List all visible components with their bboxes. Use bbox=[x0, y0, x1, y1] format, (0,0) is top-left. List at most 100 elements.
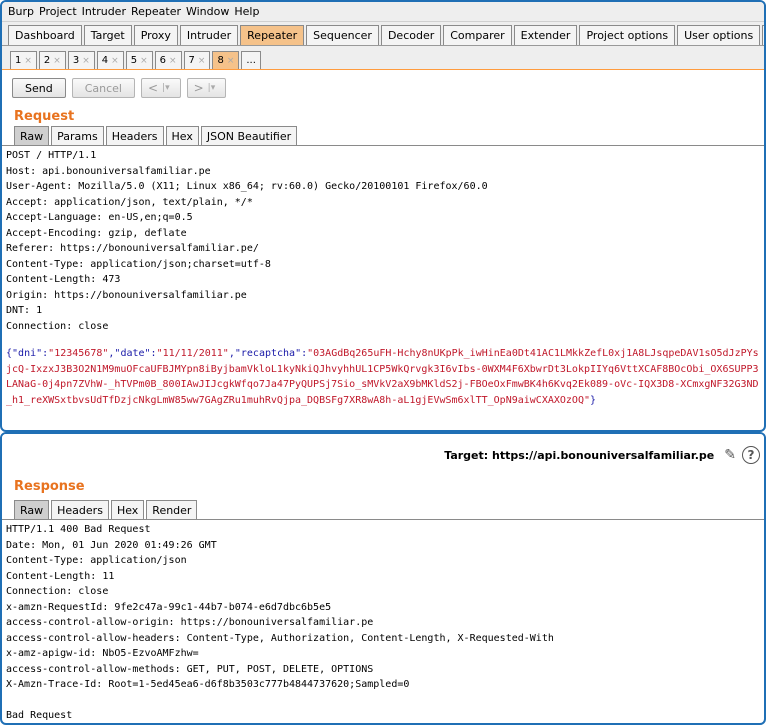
request-line: Content-Length: 473 bbox=[6, 274, 121, 285]
menu-repeater[interactable]: Repeater bbox=[131, 5, 181, 18]
menu-intruder[interactable]: Intruder bbox=[82, 5, 126, 18]
repeater-tab-3[interactable]: 3 × bbox=[67, 51, 95, 69]
request-line: Origin: https://bonouniversalfamiliar.pe bbox=[6, 289, 247, 301]
tab-decoder[interactable]: Decoder bbox=[380, 25, 442, 45]
main-tabs: Dashboard Target Proxy Intruder Repeater Sequ… bbox=[2, 22, 764, 46]
json-key: "recaptcha" bbox=[234, 348, 302, 359]
request-tab-json-beautifier[interactable]: JSON Beautifier bbox=[200, 126, 298, 145]
send-button[interactable]: Send bbox=[12, 78, 66, 98]
repeater-tab-5[interactable]: 5 × bbox=[125, 51, 153, 69]
target-label: Target: https://api.bonouniversalfamilia… bbox=[444, 448, 715, 462]
menu-window[interactable]: Window bbox=[186, 5, 229, 18]
response-tab-hex[interactable]: Hex bbox=[110, 500, 145, 519]
repeater-tab-more[interactable]: ... bbox=[241, 51, 261, 69]
tab-proxy[interactable]: Proxy bbox=[133, 25, 178, 45]
response-line: x-amzn-RequestId: 9fe2c47a-99c1-44b7-b07… bbox=[6, 601, 332, 613]
json-key: "dni" bbox=[12, 348, 43, 359]
request-body[interactable]: {"dni":"12345678","date":"11/11/2011","r… bbox=[2, 346, 764, 408]
tab-comparer[interactable]: Comparer bbox=[443, 25, 512, 45]
request-line: Content-Type: application/json;charset=u… bbox=[6, 258, 271, 270]
response-tab-headers[interactable]: Headers bbox=[51, 500, 109, 519]
tab-repeater[interactable]: Repeater bbox=[240, 25, 305, 45]
tab-sequencer[interactable]: Sequencer bbox=[306, 25, 379, 45]
response-tab-render[interactable]: Render bbox=[146, 500, 198, 519]
pencil-icon[interactable]: ✎ bbox=[724, 447, 736, 463]
menu-project[interactable]: Project bbox=[39, 5, 77, 18]
response-line bbox=[6, 693, 760, 709]
request-tab-raw[interactable]: Raw bbox=[14, 126, 50, 145]
response-line: Content-Type: application/json bbox=[6, 555, 187, 566]
repeater-tab-label: 3 bbox=[72, 55, 80, 66]
back-button[interactable]: < |▾ bbox=[140, 78, 181, 98]
repeater-tab-label: 5 bbox=[130, 55, 138, 66]
response-line: access-control-allow-headers: Content-Ty… bbox=[6, 632, 554, 644]
json-value: "11/11/2011" bbox=[156, 348, 229, 359]
request-editor[interactable]: POST / HTTP/1.1 Host: api.bonouniversalfa… bbox=[2, 146, 764, 336]
repeater-tab-label: 1 bbox=[15, 55, 22, 66]
request-line: Accept: application/json, text/plain, */… bbox=[6, 196, 253, 208]
request-line: Connection: close bbox=[6, 320, 109, 332]
request-panel: Burp Project Intruder Repeater Window Help Da… bbox=[0, 0, 766, 432]
response-line: Bad Request bbox=[6, 710, 73, 721]
repeater-tab-label: 2 bbox=[43, 55, 51, 66]
close-icon[interactable]: × bbox=[111, 56, 119, 66]
request-line: DNT: 1 bbox=[6, 305, 43, 316]
menu-bar: Burp Project Intruder Repeater Window Help bbox=[2, 2, 764, 22]
tab-target[interactable]: Target bbox=[83, 25, 132, 45]
close-icon[interactable]: × bbox=[198, 56, 206, 66]
repeater-tabs: 1 × 2 × 3 × 4 × 5 × 6 × 7 × 8 ×... bbox=[2, 46, 764, 70]
chevron-left-icon: < bbox=[147, 81, 159, 95]
repeater-tab-label: 7 bbox=[188, 55, 195, 66]
repeater-tab-label: 8 bbox=[217, 55, 224, 66]
close-icon[interactable]: × bbox=[169, 56, 177, 66]
response-title: Response bbox=[14, 478, 85, 494]
request-line: Accept-Language: en-US,en;q=0.5 bbox=[6, 212, 193, 223]
response-line: access-control-allow-methods: GET, PUT, … bbox=[6, 663, 374, 675]
target-row: Target: https://api.bonouniversalfamilia… bbox=[2, 434, 764, 476]
repeater-tab-6[interactable]: 6 × bbox=[154, 51, 182, 69]
request-line: POST / HTTP/1.1 bbox=[6, 150, 97, 161]
request-line: User-Agent: Mozilla/5.0 (X11; Linux x86_… bbox=[6, 181, 488, 192]
close-icon[interactable]: × bbox=[53, 56, 61, 66]
close-icon[interactable]: × bbox=[140, 56, 148, 66]
tab-json[interactable]: JSON bbox=[762, 25, 764, 45]
repeater-tab-8[interactable]: 8 × bbox=[212, 51, 240, 69]
repeater-tab-label: 6 bbox=[159, 55, 166, 66]
request-tab-params[interactable]: Params bbox=[51, 126, 104, 145]
chevron-right-icon: > bbox=[193, 81, 204, 95]
tab-extender[interactable]: Extender bbox=[513, 25, 578, 45]
menu-burp[interactable]: Burp bbox=[8, 5, 34, 18]
request-view-tabs: Raw Params Headers Hex JSON Beautifier bbox=[2, 126, 764, 146]
request-line: Host: api.bonouniversalfamiliar.pe bbox=[6, 165, 211, 177]
tab-project-options[interactable]: Project options bbox=[579, 25, 676, 45]
close-icon[interactable]: × bbox=[82, 56, 90, 66]
dropdown-arrow-icon: |▾ bbox=[207, 83, 216, 93]
response-panel: Target: https://api.bonouniversalfamilia… bbox=[0, 432, 766, 725]
repeater-tab-7[interactable]: 7 × bbox=[183, 51, 211, 69]
repeater-tab-1[interactable]: 1 × bbox=[10, 51, 37, 69]
cancel-button[interactable]: Cancel bbox=[71, 78, 135, 98]
tab-user-options[interactable]: User options bbox=[677, 25, 761, 45]
tab-intruder[interactable]: Intruder bbox=[179, 25, 239, 45]
help-icon[interactable]: ? bbox=[742, 446, 760, 464]
request-tab-hex[interactable]: Hex bbox=[165, 126, 199, 145]
response-line: access-control-allow-origin: https://bon… bbox=[6, 617, 374, 628]
json-key: "date" bbox=[114, 348, 151, 359]
menu-help[interactable]: Help bbox=[234, 5, 259, 18]
tab-dashboard[interactable]: Dashboard bbox=[8, 25, 82, 45]
response-line: HTTP/1.1 400 Bad Request bbox=[6, 524, 151, 535]
repeater-tab-4[interactable]: 4 × bbox=[96, 51, 124, 69]
request-tab-headers[interactable]: Headers bbox=[105, 126, 164, 145]
repeater-toolbar: Send Cancel < |▾ > |▾ bbox=[2, 70, 764, 106]
response-tab-raw[interactable]: Raw bbox=[14, 500, 50, 519]
close-icon[interactable]: × bbox=[227, 56, 235, 66]
request-line: Accept-Encoding: gzip, deflate bbox=[6, 227, 187, 239]
response-line: Content-Length: 11 bbox=[6, 570, 115, 582]
forward-button[interactable]: > |▾ bbox=[186, 78, 227, 98]
json-value: "12345678" bbox=[48, 348, 109, 359]
request-line: Referer: https://bonouniversalfamiliar.p… bbox=[6, 243, 259, 254]
response-editor[interactable]: HTTP/1.1 400 Bad Request Date: Mon, 01 Ju… bbox=[2, 520, 764, 723]
close-icon[interactable]: × bbox=[24, 56, 32, 66]
dropdown-arrow-icon: |▾ bbox=[162, 83, 170, 93]
repeater-tab-2[interactable]: 2 × bbox=[38, 51, 66, 69]
